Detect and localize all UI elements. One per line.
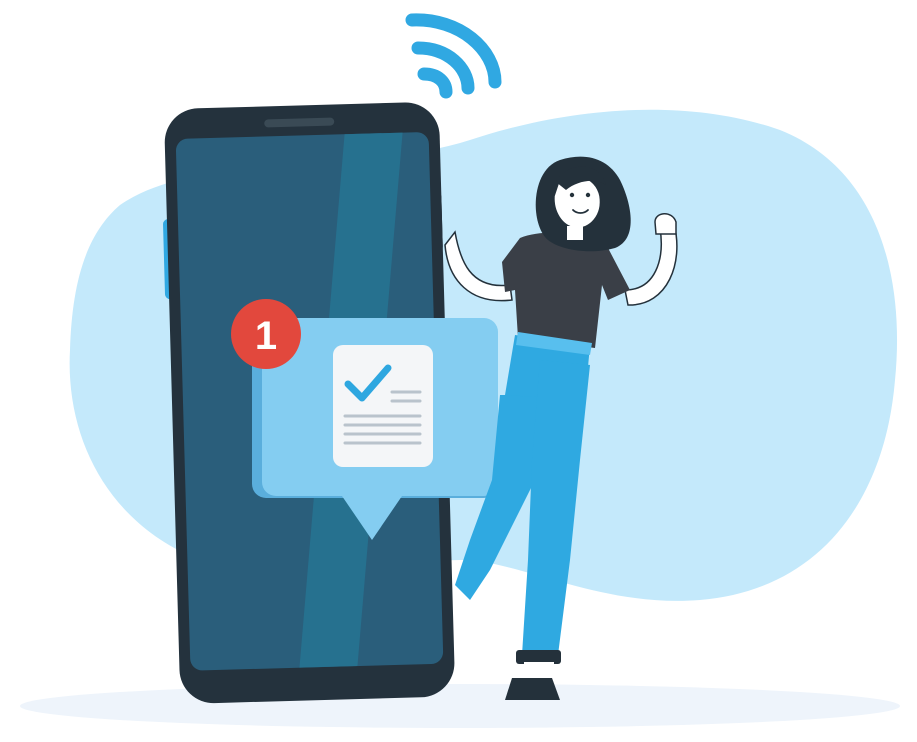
woman-eye <box>585 192 591 198</box>
woman-neck <box>567 226 583 240</box>
floor-shadow <box>20 684 900 728</box>
woman-eye <box>569 192 575 198</box>
notification-badge: 1 <box>231 299 301 369</box>
woman-shoe <box>505 678 560 700</box>
woman-ankle <box>524 662 554 680</box>
checklist-document-icon <box>333 345 433 467</box>
illustration: 1 <box>20 13 900 728</box>
woman-fist <box>654 213 677 235</box>
wifi-icon <box>405 13 502 99</box>
notification-count: 1 <box>255 314 277 358</box>
woman-jeans-cuff <box>516 650 561 664</box>
